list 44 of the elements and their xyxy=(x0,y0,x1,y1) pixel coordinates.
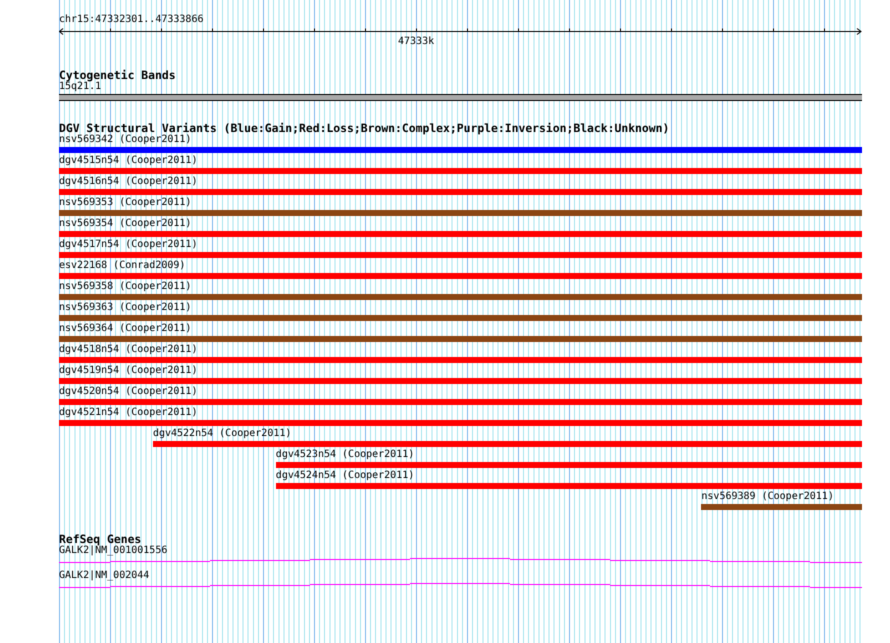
variant-bar[interactable] xyxy=(152,441,862,447)
variant-bar[interactable] xyxy=(59,336,862,342)
variant-label: nsv569354 (Cooper2011) xyxy=(59,218,192,229)
variant-bar[interactable] xyxy=(59,378,862,384)
variant-bar[interactable] xyxy=(59,147,862,153)
variant-bar[interactable] xyxy=(59,168,862,174)
variant-bar[interactable] xyxy=(276,462,862,468)
variant-label: dgv4517n54 (Cooper2011) xyxy=(59,239,198,250)
variant-bar[interactable] xyxy=(59,420,862,426)
gene-label: GALK2|NM_001001556 xyxy=(59,545,168,556)
variant-bar[interactable] xyxy=(59,315,862,321)
region-label: chr15:47332301..47333866 xyxy=(59,14,204,25)
variant-label: dgv4522n54 (Cooper2011) xyxy=(152,428,292,439)
variant-label: nsv569364 (Cooper2011) xyxy=(59,323,192,334)
variant-bar[interactable] xyxy=(59,210,862,216)
variant-bar[interactable] xyxy=(59,252,862,258)
variant-bar[interactable] xyxy=(59,294,862,300)
gene-label: GALK2|NM_002044 xyxy=(59,570,150,581)
variant-label: nsv569389 (Cooper2011) xyxy=(701,491,834,502)
variant-label: dgv4523n54 (Cooper2011) xyxy=(276,449,414,460)
variant-label: dgv4516n54 (Cooper2011) xyxy=(59,176,198,187)
variant-label: nsv569363 (Cooper2011) xyxy=(59,302,192,313)
track-title: DGV Structural Variants (Blue:Gain;Red:Loss;Brown:Complex;Purple:Inversion;Black:Unknown) xyxy=(59,122,670,134)
variant-bar[interactable] xyxy=(276,483,862,489)
variant-label: dgv4524n54 (Cooper2011) xyxy=(276,470,414,481)
variant-bar[interactable] xyxy=(701,504,862,510)
variant-bar[interactable] xyxy=(59,231,862,237)
variant-label: dgv4519n54 (Cooper2011) xyxy=(59,365,198,376)
variant-bar[interactable] xyxy=(59,189,862,195)
band-label: 15q21.1 xyxy=(59,81,102,92)
variant-label: nsv569358 (Cooper2011) xyxy=(59,281,192,292)
variant-label: nsv569353 (Cooper2011) xyxy=(59,197,192,208)
variant-bar[interactable] xyxy=(59,399,862,405)
tick-label: 47333k xyxy=(398,36,434,47)
track-title: RefSeq Genes xyxy=(59,533,142,545)
variant-label: nsv569342 (Cooper2011) xyxy=(59,134,192,145)
variant-label: dgv4521n54 (Cooper2011) xyxy=(59,407,198,418)
variant-bar[interactable] xyxy=(59,273,862,279)
variant-label: esv22168 (Conrad2009) xyxy=(59,260,186,271)
track-title: Cytogenetic Bands xyxy=(59,69,176,81)
variant-label: dgv4515n54 (Cooper2011) xyxy=(59,155,198,166)
variant-label: dgv4520n54 (Cooper2011) xyxy=(59,386,198,397)
variant-bar[interactable] xyxy=(59,357,862,363)
variant-label: dgv4518n54 (Cooper2011) xyxy=(59,344,198,355)
